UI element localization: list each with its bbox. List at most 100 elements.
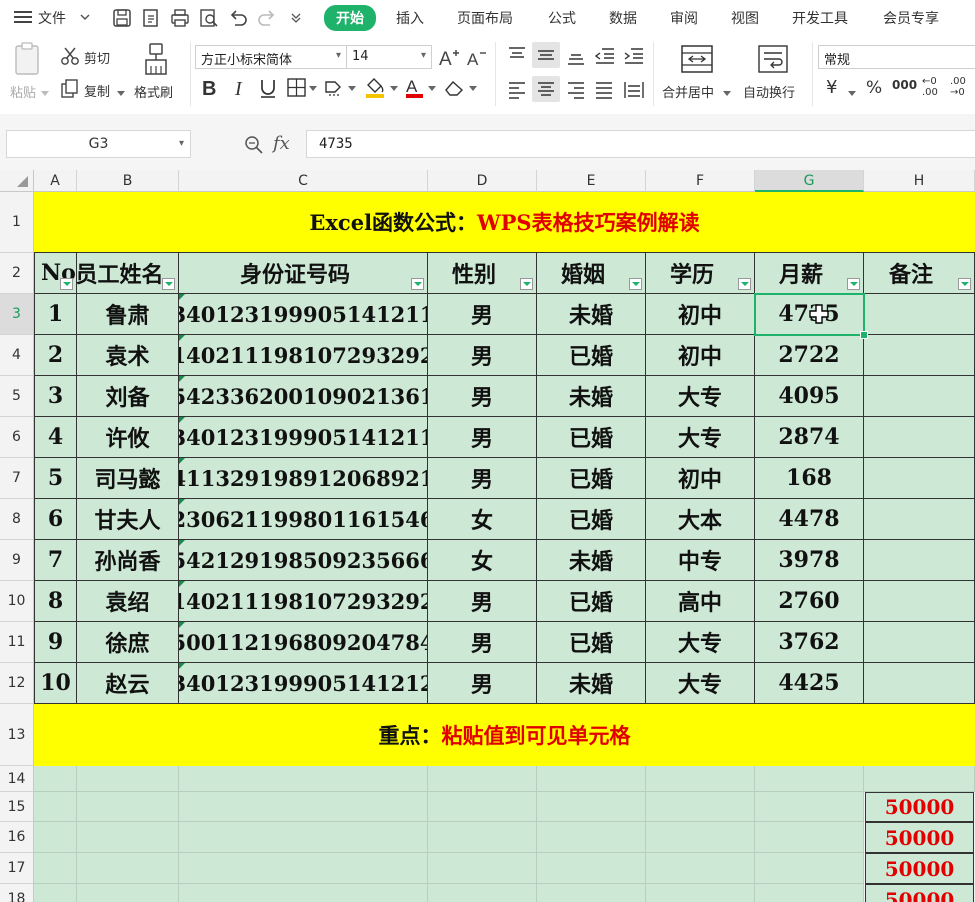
data-cell[interactable]: 已婚 [537, 417, 646, 458]
currency-button[interactable]: ¥ [826, 77, 837, 98]
column-header-c[interactable]: C [179, 170, 428, 192]
column-header-e[interactable]: E [537, 170, 646, 192]
dropdown-arrow-icon[interactable] [117, 86, 125, 101]
empty-cell[interactable] [179, 853, 428, 884]
select-all-corner[interactable] [0, 170, 34, 192]
copy-icon[interactable] [60, 79, 80, 103]
redo-icon[interactable] [257, 8, 277, 32]
align-bottom-icon[interactable] [566, 46, 586, 70]
data-cell[interactable] [864, 458, 975, 499]
row-header-1[interactable]: 1 [0, 192, 34, 253]
data-cell[interactable]: 大专 [646, 622, 755, 663]
data-cell[interactable]: 徐庶 [77, 622, 179, 663]
filter-dropdown-icon[interactable] [738, 278, 751, 290]
underline-icon[interactable] [258, 77, 278, 103]
data-cell[interactable]: 男 [428, 663, 537, 704]
hamburger-icon[interactable] [14, 10, 32, 24]
tab-view[interactable]: 视图 [731, 8, 759, 28]
header-cell-g[interactable]: 月薪 [755, 253, 864, 294]
increase-font-icon[interactable]: A [438, 46, 460, 72]
filter-dropdown-icon[interactable] [60, 278, 73, 290]
data-cell[interactable]: 6 [34, 499, 77, 540]
header-cell-e[interactable]: 婚姻 [537, 253, 646, 294]
data-cell[interactable]: 已婚 [537, 499, 646, 540]
data-cell[interactable]: 542336200109021361 [179, 376, 428, 417]
data-cell[interactable]: 8 [34, 581, 77, 622]
data-cell[interactable]: 3 [34, 376, 77, 417]
header-cell-a[interactable]: No [34, 253, 77, 294]
name-box[interactable]: G3 ▾ [6, 130, 191, 158]
copy-button[interactable]: 复制 [84, 81, 110, 100]
filter-dropdown-icon[interactable] [629, 278, 642, 290]
wrap-text-icon[interactable] [757, 44, 789, 78]
empty-cell[interactable] [755, 792, 864, 822]
note-cell[interactable]: 重点： 粘贴值到可见单元格 [34, 704, 975, 766]
distributed-align-icon[interactable] [623, 80, 645, 104]
value-cell-h15[interactable]: 50000 [865, 792, 974, 822]
row-header-14[interactable]: 14 [0, 766, 34, 792]
percent-button[interactable]: % [866, 78, 882, 98]
data-cell[interactable]: 未婚 [537, 540, 646, 581]
row-header-5[interactable]: 5 [0, 376, 34, 417]
header-cell-f[interactable]: 学历 [646, 253, 755, 294]
empty-cell[interactable] [646, 853, 755, 884]
value-cell-h18[interactable]: 50000 [865, 884, 974, 902]
value-cell-h17[interactable]: 50000 [865, 853, 974, 884]
data-cell[interactable] [864, 581, 975, 622]
empty-cell[interactable] [646, 792, 755, 822]
cell-style-icon[interactable] [324, 78, 356, 102]
data-cell[interactable]: 男 [428, 335, 537, 376]
header-cell-d[interactable]: 性别 [428, 253, 537, 294]
row-header-3[interactable]: 3 [0, 294, 34, 335]
bold-icon[interactable]: B [201, 77, 219, 103]
filter-dropdown-icon[interactable] [520, 278, 533, 290]
data-cell[interactable]: 542129198509235666 [179, 540, 428, 581]
empty-cell[interactable] [428, 853, 537, 884]
row-header-12[interactable]: 12 [0, 663, 34, 704]
paste-icon[interactable] [12, 42, 44, 80]
file-menu[interactable]: 文件 [38, 8, 66, 28]
data-cell[interactable]: 赵云 [77, 663, 179, 704]
empty-cell[interactable] [34, 792, 77, 822]
data-cell[interactable]: 女 [428, 499, 537, 540]
data-cell[interactable]: 2874 [755, 417, 864, 458]
data-cell[interactable]: 已婚 [537, 335, 646, 376]
empty-cell[interactable] [428, 822, 537, 853]
empty-cell[interactable] [34, 853, 77, 884]
save-icon[interactable] [112, 8, 132, 32]
data-cell[interactable]: 刘备 [77, 376, 179, 417]
empty-cell[interactable] [77, 822, 179, 853]
tab-home[interactable]: 开始 [324, 5, 376, 31]
data-cell[interactable]: 10 [34, 663, 77, 704]
empty-cell[interactable] [755, 766, 864, 792]
empty-cell[interactable] [34, 766, 77, 792]
data-cell[interactable]: 168 [755, 458, 864, 499]
dropdown-arrow-icon[interactable] [41, 86, 49, 101]
data-cell[interactable]: 未婚 [537, 376, 646, 417]
data-cell[interactable]: 4425 [755, 663, 864, 704]
row-header-11[interactable]: 11 [0, 622, 34, 663]
formula-input[interactable]: 4735 [306, 130, 975, 158]
filter-dropdown-icon[interactable] [958, 278, 971, 290]
data-cell[interactable]: 司马懿 [77, 458, 179, 499]
tab-member[interactable]: 会员专享 [883, 8, 939, 28]
empty-cell[interactable] [179, 884, 428, 902]
row-header-10[interactable]: 10 [0, 581, 34, 622]
column-header-a[interactable]: A [34, 170, 77, 192]
data-cell[interactable] [864, 335, 975, 376]
tab-developer[interactable]: 开发工具 [792, 8, 848, 28]
data-cell[interactable]: 340123199905141211 [179, 417, 428, 458]
row-header-17[interactable]: 17 [0, 853, 34, 884]
data-cell[interactable]: 男 [428, 417, 537, 458]
column-header-b[interactable]: B [77, 170, 179, 192]
empty-cell[interactable] [755, 853, 864, 884]
data-cell[interactable]: 411329198912068921 [179, 458, 428, 499]
column-header-h[interactable]: H [864, 170, 975, 192]
tab-formulas[interactable]: 公式 [548, 8, 576, 28]
data-cell[interactable]: 甘夫人 [77, 499, 179, 540]
align-middle-icon[interactable] [532, 42, 560, 68]
empty-cell[interactable] [864, 766, 975, 792]
data-cell[interactable]: 许攸 [77, 417, 179, 458]
chevron-down-icon[interactable] [79, 11, 91, 27]
data-cell[interactable]: 大专 [646, 417, 755, 458]
